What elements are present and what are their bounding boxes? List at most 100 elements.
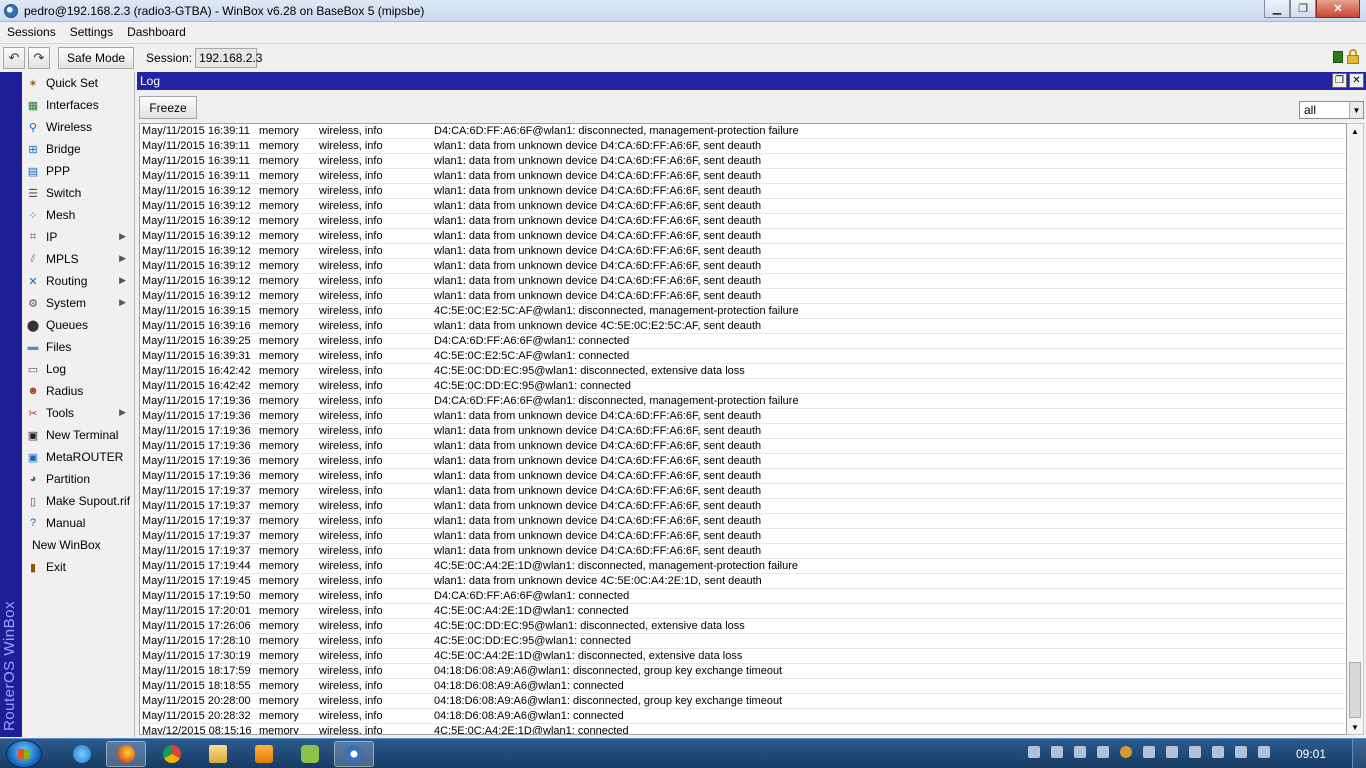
menu-settings[interactable]: Settings bbox=[63, 25, 120, 39]
session-field[interactable]: 192.168.2.3 bbox=[195, 47, 262, 68]
sidebar-item-bridge[interactable]: ⊞ Bridge bbox=[22, 138, 134, 160]
sidebar-item-routing[interactable]: ✕ Routing ▶ bbox=[22, 270, 134, 292]
log-row[interactable]: May/11/2015 16:39:12 memory wireless, info… bbox=[140, 274, 1346, 289]
sidebar-item-new-terminal[interactable]: ▣ New Terminal bbox=[22, 424, 134, 446]
sidebar-item-ppp[interactable]: ▤ PPP bbox=[22, 160, 134, 182]
log-row[interactable]: May/11/2015 16:39:25 memory wireless, info… bbox=[140, 334, 1346, 349]
tray-flag-icon[interactable] bbox=[1189, 746, 1201, 758]
tray-signal-icon[interactable] bbox=[1235, 746, 1247, 758]
log-row[interactable]: May/11/2015 16:39:12 memory wireless, info… bbox=[140, 184, 1346, 199]
log-row[interactable]: May/11/2015 17:19:36 memory wireless, info… bbox=[140, 469, 1346, 484]
log-row[interactable]: May/11/2015 17:28:10 memory wireless, info… bbox=[140, 634, 1346, 649]
tray-computer-icon[interactable] bbox=[1051, 746, 1063, 758]
sidebar-item-files[interactable]: ▬ Files bbox=[22, 336, 134, 358]
log-row[interactable]: May/11/2015 17:30:19 memory wireless, info… bbox=[140, 649, 1346, 664]
log-row[interactable]: May/12/2015 08:15:16 memory wireless, info… bbox=[140, 724, 1346, 734]
sidebar-item-make-supout-rif[interactable]: ▯ Make Supout.rif bbox=[22, 490, 134, 512]
log-row[interactable]: May/11/2015 17:20:01 memory wireless, info… bbox=[140, 604, 1346, 619]
log-row[interactable]: May/11/2015 16:39:15 memory wireless, info… bbox=[140, 304, 1346, 319]
sidebar-item-tools[interactable]: ✂ Tools ▶ bbox=[22, 402, 134, 424]
close-button[interactable]: ✕ bbox=[1316, 0, 1360, 18]
log-row[interactable]: May/11/2015 16:39:12 memory wireless, info… bbox=[140, 199, 1346, 214]
log-row[interactable]: May/11/2015 17:19:37 memory wireless, info… bbox=[140, 499, 1346, 514]
window-titlebar[interactable]: pedro@192.168.2.3 (radio3-GTBA) - WinBox… bbox=[0, 0, 1366, 22]
log-row[interactable]: May/11/2015 16:39:16 memory wireless, info… bbox=[140, 319, 1346, 334]
log-row[interactable]: May/11/2015 16:39:11 memory wireless, info… bbox=[140, 169, 1346, 184]
log-row[interactable]: May/11/2015 17:19:36 memory wireless, info… bbox=[140, 409, 1346, 424]
log-row[interactable]: May/11/2015 16:39:12 memory wireless, info… bbox=[140, 244, 1346, 259]
taskbar-winbox-icon[interactable] bbox=[334, 741, 374, 767]
log-row[interactable]: May/11/2015 17:19:37 memory wireless, info… bbox=[140, 529, 1346, 544]
maximize-button[interactable]: ❐ bbox=[1290, 0, 1316, 18]
sidebar-item-system[interactable]: ⚙ System ▶ bbox=[22, 292, 134, 314]
menu-sessions[interactable]: Sessions bbox=[0, 25, 63, 39]
sidebar-item-exit[interactable]: ▮ Exit bbox=[22, 556, 134, 578]
menu-dashboard[interactable]: Dashboard bbox=[120, 25, 193, 39]
scroll-up-arrow-icon[interactable]: ▲ bbox=[1347, 124, 1363, 138]
log-window-header[interactable]: Log ❐ ✕ bbox=[137, 72, 1366, 90]
close-log-button[interactable]: ✕ bbox=[1349, 73, 1364, 88]
tray-volume-icon[interactable] bbox=[1258, 746, 1270, 758]
tray-network-icon[interactable] bbox=[1028, 746, 1040, 758]
log-row[interactable]: May/11/2015 16:39:12 memory wireless, info… bbox=[140, 229, 1346, 244]
log-row[interactable]: May/11/2015 17:19:36 memory wireless, info… bbox=[140, 454, 1346, 469]
restore-button[interactable]: ❐ bbox=[1332, 73, 1347, 88]
log-row[interactable]: May/11/2015 16:39:12 memory wireless, info… bbox=[140, 214, 1346, 229]
log-row[interactable]: May/11/2015 18:17:59 memory wireless, info… bbox=[140, 664, 1346, 679]
log-row[interactable]: May/11/2015 16:39:12 memory wireless, info… bbox=[140, 259, 1346, 274]
sidebar-item-partition[interactable]: ◕ Partition bbox=[22, 468, 134, 490]
sidebar-item-interfaces[interactable]: ▦ Interfaces bbox=[22, 94, 134, 116]
undo-button[interactable]: ↶ bbox=[3, 46, 25, 69]
log-row[interactable]: May/11/2015 17:19:50 memory wireless, info… bbox=[140, 589, 1346, 604]
tray-device-icon[interactable] bbox=[1212, 746, 1224, 758]
log-row[interactable]: May/11/2015 17:19:37 memory wireless, info… bbox=[140, 484, 1346, 499]
sidebar-item-wireless[interactable]: ⚲ Wireless bbox=[22, 116, 134, 138]
sidebar-item-mpls[interactable]: ⫽ MPLS ▶ bbox=[22, 248, 134, 270]
log-row[interactable]: May/11/2015 17:19:37 memory wireless, info… bbox=[140, 544, 1346, 559]
log-row[interactable]: May/11/2015 16:39:11 memory wireless, info… bbox=[140, 124, 1346, 139]
log-row[interactable]: May/11/2015 20:28:00 memory wireless, info… bbox=[140, 694, 1346, 709]
sidebar-item-switch[interactable]: ☰ Switch bbox=[22, 182, 134, 204]
sidebar-item-metarouter[interactable]: ▣ MetaROUTER bbox=[22, 446, 134, 468]
topic-filter-select[interactable]: all ▼ bbox=[1299, 101, 1364, 119]
log-row[interactable]: May/11/2015 16:39:11 memory wireless, info… bbox=[140, 139, 1346, 154]
sidebar-item-queues[interactable]: ⬤ Queues bbox=[22, 314, 134, 336]
log-row[interactable]: May/11/2015 17:19:45 memory wireless, info… bbox=[140, 574, 1346, 589]
chevron-down-icon[interactable]: ▼ bbox=[1349, 102, 1363, 118]
sidebar-item-mesh[interactable]: ⁘ Mesh bbox=[22, 204, 134, 226]
log-row[interactable]: May/11/2015 17:26:06 memory wireless, info… bbox=[140, 619, 1346, 634]
sidebar-item-manual[interactable]: ? Manual bbox=[22, 512, 134, 534]
scroll-thumb[interactable] bbox=[1349, 662, 1361, 718]
minimize-button[interactable]: ▁ bbox=[1264, 0, 1290, 18]
log-row[interactable]: May/11/2015 17:19:36 memory wireless, info… bbox=[140, 439, 1346, 454]
tray-sync-icon[interactable] bbox=[1074, 746, 1086, 758]
taskbar-internet-explorer-icon[interactable] bbox=[62, 741, 102, 767]
start-button[interactable] bbox=[6, 740, 42, 768]
sidebar-item-radius[interactable]: ☻ Radius bbox=[22, 380, 134, 402]
sidebar-item-log[interactable]: ▭ Log bbox=[22, 358, 134, 380]
redo-button[interactable]: ↷ bbox=[28, 46, 50, 69]
tray-tools-icon[interactable] bbox=[1166, 746, 1178, 758]
freeze-button[interactable]: Freeze bbox=[139, 96, 197, 119]
log-row[interactable]: May/11/2015 16:39:12 memory wireless, info… bbox=[140, 289, 1346, 304]
log-row[interactable]: May/11/2015 17:19:36 memory wireless, info… bbox=[140, 424, 1346, 439]
log-row[interactable]: May/11/2015 17:19:44 memory wireless, info… bbox=[140, 559, 1346, 574]
log-row[interactable]: May/11/2015 20:28:32 memory wireless, info… bbox=[140, 709, 1346, 724]
log-row[interactable]: May/11/2015 17:19:36 memory wireless, info… bbox=[140, 394, 1346, 409]
sidebar-item-new-winbox[interactable]: New WinBox bbox=[22, 534, 134, 556]
tray-bluetooth-icon[interactable] bbox=[1097, 746, 1109, 758]
taskbar-file-explorer-icon[interactable] bbox=[198, 741, 238, 767]
log-row[interactable]: May/11/2015 17:19:37 memory wireless, info… bbox=[140, 514, 1346, 529]
tray-package-icon[interactable] bbox=[1143, 746, 1155, 758]
taskbar-media-player-icon[interactable] bbox=[244, 741, 284, 767]
log-scrollbar[interactable]: ▲ ▼ bbox=[1347, 123, 1364, 735]
sidebar-item-quick-set[interactable]: ✶ Quick Set bbox=[22, 72, 134, 94]
log-row[interactable]: May/11/2015 16:39:31 memory wireless, info… bbox=[140, 349, 1346, 364]
taskbar-clock[interactable]: 09:01 bbox=[1296, 747, 1326, 761]
log-row[interactable]: May/11/2015 16:42:42 memory wireless, info… bbox=[140, 364, 1346, 379]
sidebar-item-ip[interactable]: ⌗ IP ▶ bbox=[22, 226, 134, 248]
log-row[interactable]: May/11/2015 18:18:55 memory wireless, info… bbox=[140, 679, 1346, 694]
log-row[interactable]: May/11/2015 16:42:42 memory wireless, info… bbox=[140, 379, 1346, 394]
scroll-down-arrow-icon[interactable]: ▼ bbox=[1347, 720, 1363, 734]
tray-app-icon[interactable] bbox=[1120, 746, 1132, 758]
